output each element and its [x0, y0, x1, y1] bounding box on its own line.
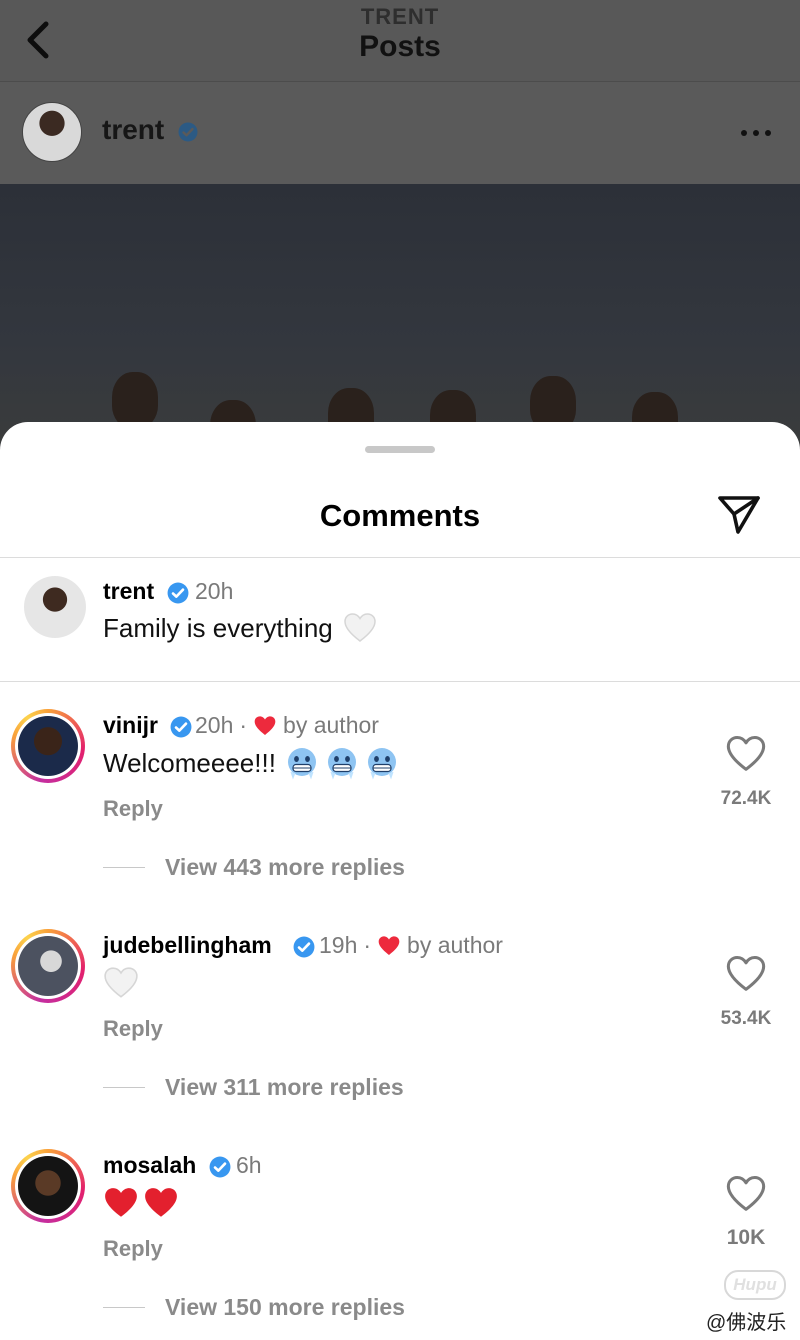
like-count: 10K	[726, 1226, 766, 1249]
avatar-ring-inner	[15, 713, 81, 779]
caption-text-row: Family is everything	[103, 612, 377, 644]
avatar-image	[18, 1156, 78, 1216]
avatar-ring-inner	[15, 1153, 81, 1219]
caption-time: 20h	[195, 578, 234, 604]
watermark-logo: Hupu	[724, 1270, 786, 1300]
white-heart-emoji-icon	[343, 613, 376, 642]
avatar-ring-inner	[15, 933, 81, 999]
view-replies-button[interactable]: View 443 more replies	[103, 854, 405, 881]
more-options-button[interactable]	[740, 112, 772, 144]
comment-avatar[interactable]	[11, 709, 85, 783]
send-icon	[718, 496, 760, 534]
caption-avatar[interactable]	[24, 576, 86, 638]
comments-sheet: Comments trent 20h Family is everything …	[0, 422, 800, 1340]
view-replies-button[interactable]: View 150 more replies	[103, 1294, 405, 1321]
more-horizontal-icon	[741, 130, 771, 136]
posts-header: TRENT Posts	[0, 0, 800, 82]
comment-avatar[interactable]	[11, 929, 85, 1003]
comment-username[interactable]: vinijr	[103, 712, 158, 739]
reply-button[interactable]: Reply	[103, 796, 163, 822]
header-subtitle: TRENT	[360, 4, 440, 29]
comment-time: 19h	[319, 932, 358, 958]
comment-meta: 19h · by author	[319, 932, 503, 959]
liked-by-author-heart-icon	[253, 715, 277, 737]
comment-item: mosalah 6h Reply View 150 more replies 1…	[0, 1122, 800, 1340]
meta-separator: ·	[363, 932, 372, 958]
meta-separator: ·	[239, 712, 248, 738]
view-replies-line	[103, 1307, 145, 1308]
post-caption: trent 20h Family is everything	[0, 558, 800, 682]
comment-meta: 20h · by author	[195, 712, 379, 739]
comment-username[interactable]: judebellingham	[103, 932, 272, 959]
view-replies-label: View 311 more replies	[165, 1074, 404, 1100]
share-button[interactable]	[714, 490, 764, 540]
comment-time: 6h	[236, 1152, 262, 1178]
comment-text-row	[103, 1186, 179, 1220]
cold-face-emoji-icon	[287, 748, 316, 780]
reply-button[interactable]: Reply	[103, 1016, 163, 1042]
view-replies-line	[103, 1087, 145, 1088]
verified-badge-icon	[170, 716, 192, 738]
watermark-text: @佛波乐	[706, 1312, 787, 1334]
comment-item: vinijr 20h · by author Welcomeeee!!! Rep…	[0, 682, 800, 902]
comment-text-row	[103, 966, 139, 1000]
view-replies-line	[103, 867, 145, 868]
verified-badge-icon	[178, 122, 198, 142]
view-replies-label: View 443 more replies	[165, 854, 405, 880]
post-author-row: trent	[0, 82, 800, 184]
header-titles: TRENT Posts	[0, 4, 800, 64]
view-replies-label: View 150 more replies	[165, 1294, 405, 1320]
liked-by-author-label: by author	[283, 712, 379, 738]
red-heart-emoji-icon	[105, 1188, 137, 1217]
avatar-image	[18, 936, 78, 996]
cold-face-emoji-icon	[327, 748, 356, 780]
liked-by-author-label: by author	[407, 932, 503, 958]
avatar-image	[18, 716, 78, 776]
sheet-grabber[interactable]	[365, 446, 435, 453]
like-heart-icon[interactable]	[726, 954, 766, 994]
verified-badge-icon	[167, 582, 189, 604]
cold-face-emoji-icon	[367, 748, 396, 780]
view-replies-button[interactable]: View 311 more replies	[103, 1074, 404, 1101]
comment-avatar[interactable]	[11, 1149, 85, 1223]
post-author-avatar[interactable]	[22, 102, 82, 162]
comment-time: 20h	[195, 712, 234, 738]
caption-username[interactable]: trent	[103, 578, 154, 605]
like-heart-icon[interactable]	[726, 1174, 766, 1214]
white-heart-emoji-icon	[104, 967, 138, 998]
liked-by-author-heart-icon	[377, 935, 401, 957]
verified-badge-icon	[209, 1156, 231, 1178]
post-author-username[interactable]: trent	[102, 114, 164, 146]
reply-button[interactable]: Reply	[103, 1236, 163, 1262]
comments-title: Comments	[319, 498, 481, 533]
comment-meta: 6h	[236, 1152, 262, 1179]
verified-badge-icon	[293, 936, 315, 958]
like-count: 53.4K	[720, 1008, 772, 1029]
photo-figure	[112, 372, 158, 428]
caption-text: Family is everything	[103, 612, 333, 643]
background-post: TRENT Posts trent	[0, 0, 800, 470]
red-heart-emoji-icon	[145, 1188, 177, 1217]
header-title: Posts	[359, 30, 441, 63]
comment-username[interactable]: mosalah	[103, 1152, 196, 1179]
like-count: 72.4K	[720, 788, 772, 809]
comment-text-row: Welcomeeee!!!	[103, 746, 398, 780]
comment-text: Welcomeeee!!!	[103, 747, 276, 778]
comment-item: judebellingham 19h · by author Reply Vie…	[0, 902, 800, 1122]
like-heart-icon[interactable]	[726, 734, 766, 774]
